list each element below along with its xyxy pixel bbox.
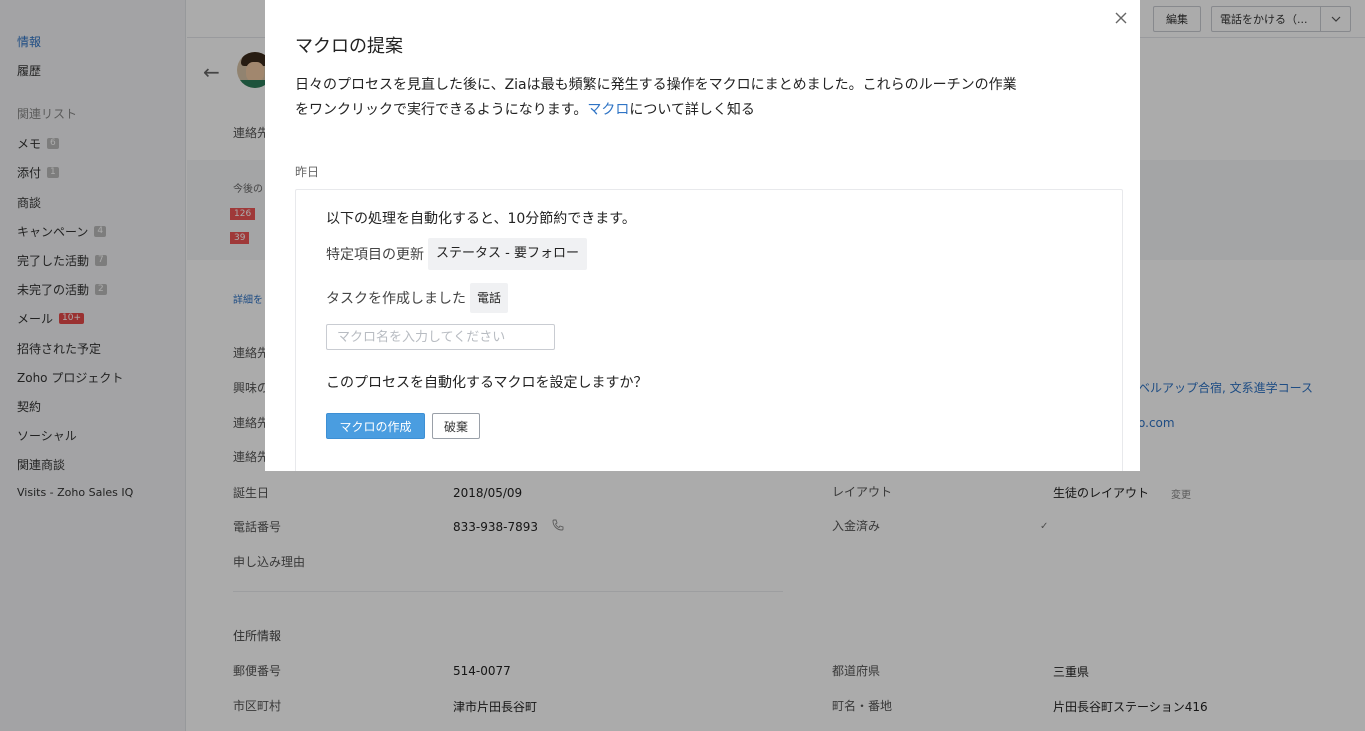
automation-question: このプロセスを自動化するマクロを設定しますか？ xyxy=(326,375,648,391)
savings-text: 以下の処理を自動化すると、10分節約できます。 xyxy=(326,211,636,227)
description-line: をワンクリックで実行できるようになります。 xyxy=(295,102,588,118)
description-line: 日々のプロセスを見直した後に、Ziaは最も頻繁に発生する操作をマクロにまとめまし… xyxy=(295,77,1017,93)
create-macro-button[interactable]: マクロの作成 xyxy=(326,413,425,439)
macro-suggestion-card: 以下の処理を自動化すると、10分節約できます。 特定項目の更新 ステータス - … xyxy=(295,189,1123,471)
discard-button[interactable]: 破棄 xyxy=(432,413,480,439)
group-label: 昨日 xyxy=(295,165,320,179)
modal-description: 日々のプロセスを見直した後に、Ziaは最も頻繁に発生する操作をマクロにまとめまし… xyxy=(295,73,1125,123)
action-label: 特定項目の更新 xyxy=(326,247,424,263)
action-update-field: 特定項目の更新 ステータス - 要フォロー xyxy=(326,238,587,270)
macro-name-input[interactable] xyxy=(326,324,555,350)
action-chip: ステータス - 要フォロー xyxy=(428,238,587,270)
modal-title: マクロの提案 xyxy=(295,36,403,57)
action-label: タスクを作成しました xyxy=(326,291,466,307)
description-line: について詳しく知る xyxy=(629,102,755,118)
close-icon[interactable] xyxy=(1113,10,1129,26)
action-chip: 電話 xyxy=(470,283,509,313)
macro-learn-link[interactable]: マクロ xyxy=(587,102,629,118)
macro-suggestion-modal: マクロの提案 日々のプロセスを見直した後に、Ziaは最も頻繁に発生する操作をマク… xyxy=(265,0,1140,471)
action-create-task: タスクを作成しました 電話 xyxy=(326,283,509,313)
